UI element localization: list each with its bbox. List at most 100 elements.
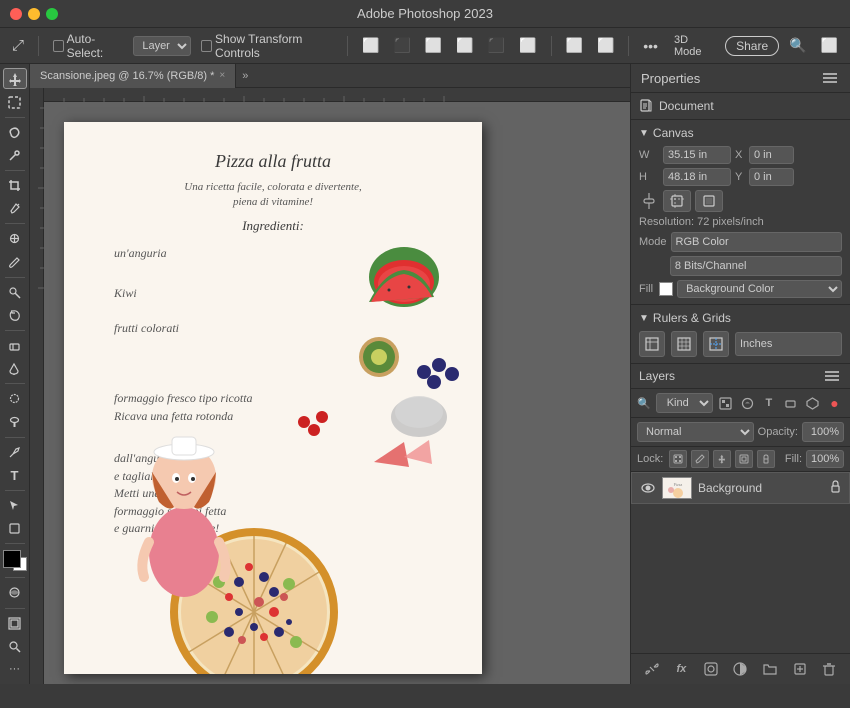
zoom-tool[interactable] (3, 636, 27, 657)
more-icon[interactable]: ••• (639, 36, 662, 56)
history-tool[interactable] (3, 305, 27, 326)
color-swatches[interactable] (3, 550, 27, 571)
mask-mode-btn[interactable] (3, 582, 27, 603)
healing-tool[interactable] (3, 228, 27, 249)
workspace-icon[interactable]: ⬜ (817, 35, 842, 56)
rulers-btn[interactable] (639, 331, 665, 357)
share-button[interactable]: Share (725, 36, 779, 56)
show-transform-item[interactable]: Show Transform Controls (197, 30, 337, 62)
lasso-tool[interactable] (3, 122, 27, 143)
width-input[interactable] (663, 146, 731, 164)
eraser-tool[interactable] (3, 335, 27, 356)
path-select-tool[interactable] (3, 495, 27, 516)
distribute-icon[interactable]: ⬜ (562, 35, 587, 56)
layer-fx-btn[interactable]: fx (671, 659, 691, 679)
fill-value-input[interactable] (806, 450, 844, 468)
clone-tool[interactable] (3, 282, 27, 303)
units-dropdown[interactable]: Inches (735, 332, 842, 356)
maximize-button[interactable] (46, 8, 58, 20)
new-layer-btn[interactable] (790, 659, 810, 679)
autoselect-checkbox-item[interactable]: Auto-Select: (49, 30, 127, 62)
background-layer[interactable]: Pizza Background (631, 472, 850, 504)
y-input[interactable] (749, 168, 794, 186)
fit-to-screen-btn[interactable] (695, 190, 723, 212)
properties-menu-btn[interactable] (820, 70, 840, 86)
tab-close-btn[interactable]: × (219, 70, 225, 81)
layer-dropdown[interactable]: Layer (133, 36, 191, 56)
align-right-icon[interactable]: ⬜ (421, 35, 446, 56)
dodge-tool[interactable] (3, 411, 27, 432)
blend-mode-select[interactable]: Normal (637, 422, 754, 442)
align-top-icon[interactable]: ⬜ (452, 35, 477, 56)
layers-menu-btn[interactable] (822, 368, 842, 384)
guides-btn[interactable] (703, 331, 729, 357)
layer-visibility-btn[interactable] (640, 480, 656, 496)
move-tool[interactable] (3, 68, 27, 89)
shape-tool[interactable] (3, 518, 27, 539)
close-button[interactable] (10, 8, 22, 20)
magic-wand-tool[interactable] (3, 145, 27, 166)
search-toolbar-icon[interactable]: 🔍 (785, 35, 810, 56)
mode-dropdown[interactable]: RGB Color (671, 232, 842, 252)
adjust-filter-icon (741, 397, 754, 410)
foreground-color[interactable] (3, 550, 21, 568)
double-arrow-icon[interactable]: » (236, 70, 254, 82)
opacity-input[interactable] (802, 422, 844, 442)
autoselect-checkbox[interactable] (53, 40, 64, 52)
depth-dropdown[interactable]: 8 Bits/Channel (670, 256, 842, 276)
lock-all-btn[interactable] (757, 450, 775, 468)
window-controls (10, 8, 58, 20)
align-bottom-icon[interactable]: ⬜ (515, 35, 540, 56)
move-tool-btn[interactable]: ⤢ (8, 35, 28, 56)
layer-mask-btn[interactable] (701, 659, 721, 679)
delete-layer-btn[interactable] (819, 659, 839, 679)
align-center-h-icon[interactable]: ⬛ (389, 35, 414, 56)
lock-pixels-btn[interactable] (669, 450, 687, 468)
brush-tool[interactable] (3, 251, 27, 272)
layer-group-btn[interactable] (760, 659, 780, 679)
lock-artboard-btn[interactable] (735, 450, 753, 468)
paint-bucket-tool[interactable] (3, 358, 27, 379)
align-left-icon[interactable]: ⬜ (358, 35, 383, 56)
canvas-content[interactable]: Pizza alla frutta Una ricetta facile, co… (44, 102, 630, 684)
frame-tool[interactable] (3, 612, 27, 633)
document-canvas[interactable]: Pizza alla frutta Una ricetta facile, co… (64, 122, 482, 674)
document-btn[interactable]: Document (639, 99, 842, 113)
rulers-grids-header[interactable]: ▼ Rulers & Grids (639, 311, 842, 325)
fill-color-swatch[interactable] (659, 282, 673, 296)
layer-lock-icon[interactable] (830, 480, 841, 496)
blur-tool[interactable] (3, 388, 27, 409)
layer-link-btn[interactable] (642, 659, 662, 679)
layer-adjustment-btn[interactable] (730, 659, 750, 679)
3d-mode-label[interactable]: 3D Mode (668, 32, 719, 60)
filter-pixel-btn[interactable] (716, 393, 735, 413)
layer-kind-filter[interactable]: Kind (656, 393, 713, 413)
filter-toggle-btn[interactable]: ● (825, 393, 844, 413)
extra-tool[interactable]: ··· (3, 659, 27, 680)
lock-move-btn[interactable] (713, 450, 731, 468)
selection-tool[interactable] (3, 91, 27, 112)
minimize-button[interactable] (28, 8, 40, 20)
x-input[interactable] (749, 146, 794, 164)
link-dimensions-btn[interactable] (639, 190, 659, 212)
grid-btn[interactable] (671, 331, 697, 357)
document-tab[interactable]: Scansione.jpeg @ 16.7% (RGB/8) * × (30, 64, 236, 88)
filter-adjust-btn[interactable] (738, 393, 757, 413)
pen-tool[interactable] (3, 442, 27, 463)
canvas-section-header[interactable]: ▼ Canvas (639, 126, 842, 140)
filter-smartobj-btn[interactable] (803, 393, 822, 413)
crop-to-content-btn[interactable] (663, 190, 691, 212)
filter-shape-btn[interactable] (781, 393, 800, 413)
padlock-icon (830, 480, 841, 493)
height-input[interactable] (663, 168, 731, 186)
eyedropper-tool[interactable] (3, 198, 27, 219)
fill-type-dropdown[interactable]: Background Color (677, 280, 842, 298)
svg-text:un'anguria: un'anguria (114, 246, 167, 260)
lock-paint-btn[interactable] (691, 450, 709, 468)
filter-type-btn[interactable]: T (759, 393, 778, 413)
align-center-v-icon[interactable]: ⬛ (484, 35, 509, 56)
type-tool[interactable]: T (3, 465, 27, 486)
distribute-2-icon[interactable]: ⬜ (593, 35, 618, 56)
show-transform-checkbox[interactable] (201, 40, 212, 52)
crop-tool[interactable] (3, 175, 27, 196)
